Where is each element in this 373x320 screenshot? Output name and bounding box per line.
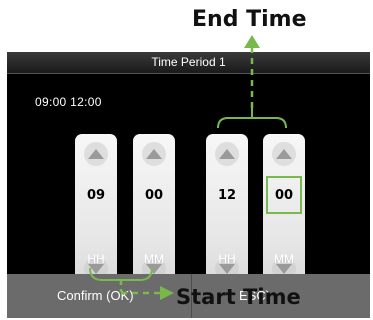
- start-time-annotation: Start Time: [176, 285, 301, 309]
- start-time-bracket: [89, 267, 153, 281]
- start-time-arrowhead: [160, 286, 174, 300]
- end-time-arrowhead: [244, 35, 260, 48]
- end-time-bracket: [217, 117, 287, 129]
- annotation-callouts: [89, 35, 287, 300]
